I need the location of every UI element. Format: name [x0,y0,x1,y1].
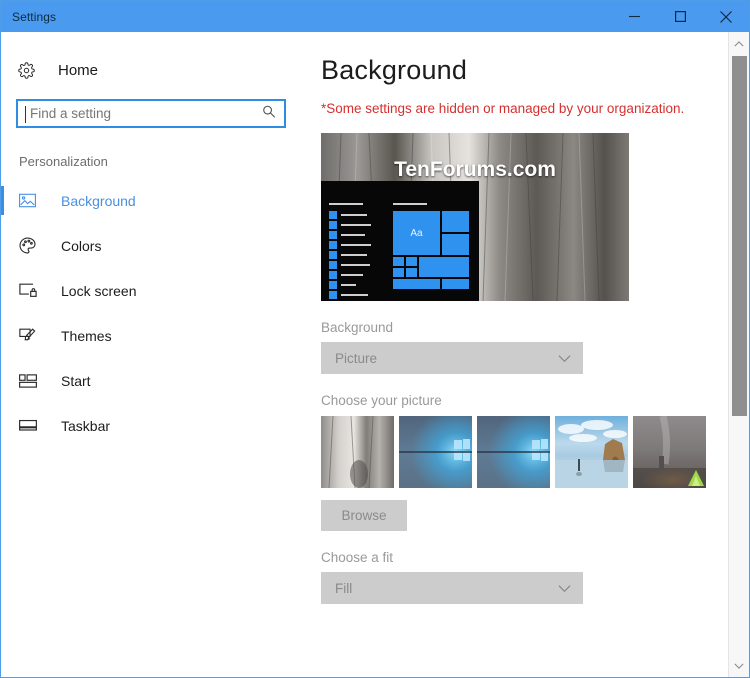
title-bar: Settings [1,1,749,32]
watermark-text: TenForums.com [394,158,556,181]
settings-window: Settings Home Find a setting Personaliza… [0,0,750,678]
window-controls [611,1,749,32]
sidebar-home-label: Home [58,61,99,79]
taskbar-icon [19,419,41,432]
app-list-item [329,291,381,299]
window-title: Settings [12,9,57,24]
tile-tiny [393,257,404,266]
sidebar-label-taskbar: Taskbar [61,417,111,434]
sidebar-label-themes: Themes [61,327,112,344]
sidebar: Home Find a setting Personalization Back… [1,32,311,677]
sidebar-item-background[interactable]: Background [1,178,311,223]
start-menu-preview: Aa [321,181,479,301]
tile-tiny [393,268,404,277]
thumbnail-windows-hero-1[interactable] [399,416,472,488]
background-type-value: Picture [335,350,378,366]
tile-wide [419,257,469,277]
text-caret [25,106,26,123]
scrollbar-thumb[interactable] [732,56,747,416]
chevron-down-icon [558,581,571,596]
sidebar-section-label: Personalization [19,154,108,169]
background-field-label: Background [321,320,394,335]
close-button[interactable] [703,1,749,32]
main-content: Background *Some settings are hidden or … [311,32,749,677]
chevron-up-icon[interactable] [729,34,749,54]
desktop-preview: TenForums.com Aa [321,133,629,301]
palette-icon [19,237,41,254]
sidebar-item-themes[interactable]: Themes [1,313,311,358]
thumbnail-windows-hero-2[interactable] [477,416,550,488]
start-tiles-icon [19,373,41,388]
app-list-item [329,261,381,269]
tile-aa: Aa [393,211,440,255]
tile-grid: Aa [393,211,471,297]
tile-tiny [406,257,417,266]
tile-tiny [406,268,417,277]
choose-picture-label: Choose your picture [321,393,442,408]
chevron-down-icon[interactable] [729,656,749,676]
picture-icon [19,193,41,208]
search-placeholder: Find a setting [30,106,112,121]
tile-group-divider [393,203,427,205]
app-list-item [329,251,381,259]
app-list-item [329,241,381,249]
app-list-item [329,281,381,289]
sidebar-label-background: Background [61,192,136,209]
browse-button[interactable]: Browse [321,500,407,531]
sidebar-item-lock-screen[interactable]: Lock screen [1,268,311,313]
maximize-button[interactable] [657,1,703,32]
thumbnail-night-sky-tent[interactable] [633,416,706,488]
choose-fit-label: Choose a fit [321,550,394,565]
minimize-button[interactable] [611,1,657,32]
organization-warning: *Some settings are hidden or managed by … [321,101,685,116]
sidebar-nav: Background Colors Lock screen Themes Sta… [1,178,311,448]
picture-thumbnail-list [321,416,749,488]
chevron-down-icon [558,351,571,366]
thumbnail-beach-rock-arch[interactable] [555,416,628,488]
sidebar-label-lock-screen: Lock screen [61,282,137,299]
tile-wide [442,279,469,289]
sidebar-label-start: Start [61,372,91,389]
sidebar-item-taskbar[interactable]: Taskbar [1,403,311,448]
sidebar-item-start[interactable]: Start [1,358,311,403]
app-list-divider [329,203,363,205]
fit-dropdown[interactable]: Fill [321,572,583,604]
fit-value: Fill [335,580,353,596]
tile-small [442,234,469,255]
sidebar-label-colors: Colors [61,237,102,254]
gear-icon [18,61,38,79]
background-type-dropdown[interactable]: Picture [321,342,583,374]
search-box[interactable]: Find a setting [16,99,286,128]
lock-screen-icon [19,283,41,298]
tile-small [442,211,469,232]
start-app-list [329,203,381,301]
vertical-scrollbar[interactable] [728,32,749,677]
sidebar-item-home[interactable]: Home [1,53,311,87]
thumbnail-rock-wall-grey[interactable] [321,416,394,488]
app-list-item [329,221,381,229]
search-icon[interactable] [262,104,276,123]
app-list-item [329,211,381,219]
start-tile-group: Aa [393,203,471,297]
app-list-item [329,271,381,279]
page-title: Background [321,55,468,85]
themes-icon [19,327,41,344]
selection-accent-bar [1,186,4,215]
tile-wide [393,279,440,289]
sidebar-item-colors[interactable]: Colors [1,223,311,268]
app-list-item [329,231,381,239]
